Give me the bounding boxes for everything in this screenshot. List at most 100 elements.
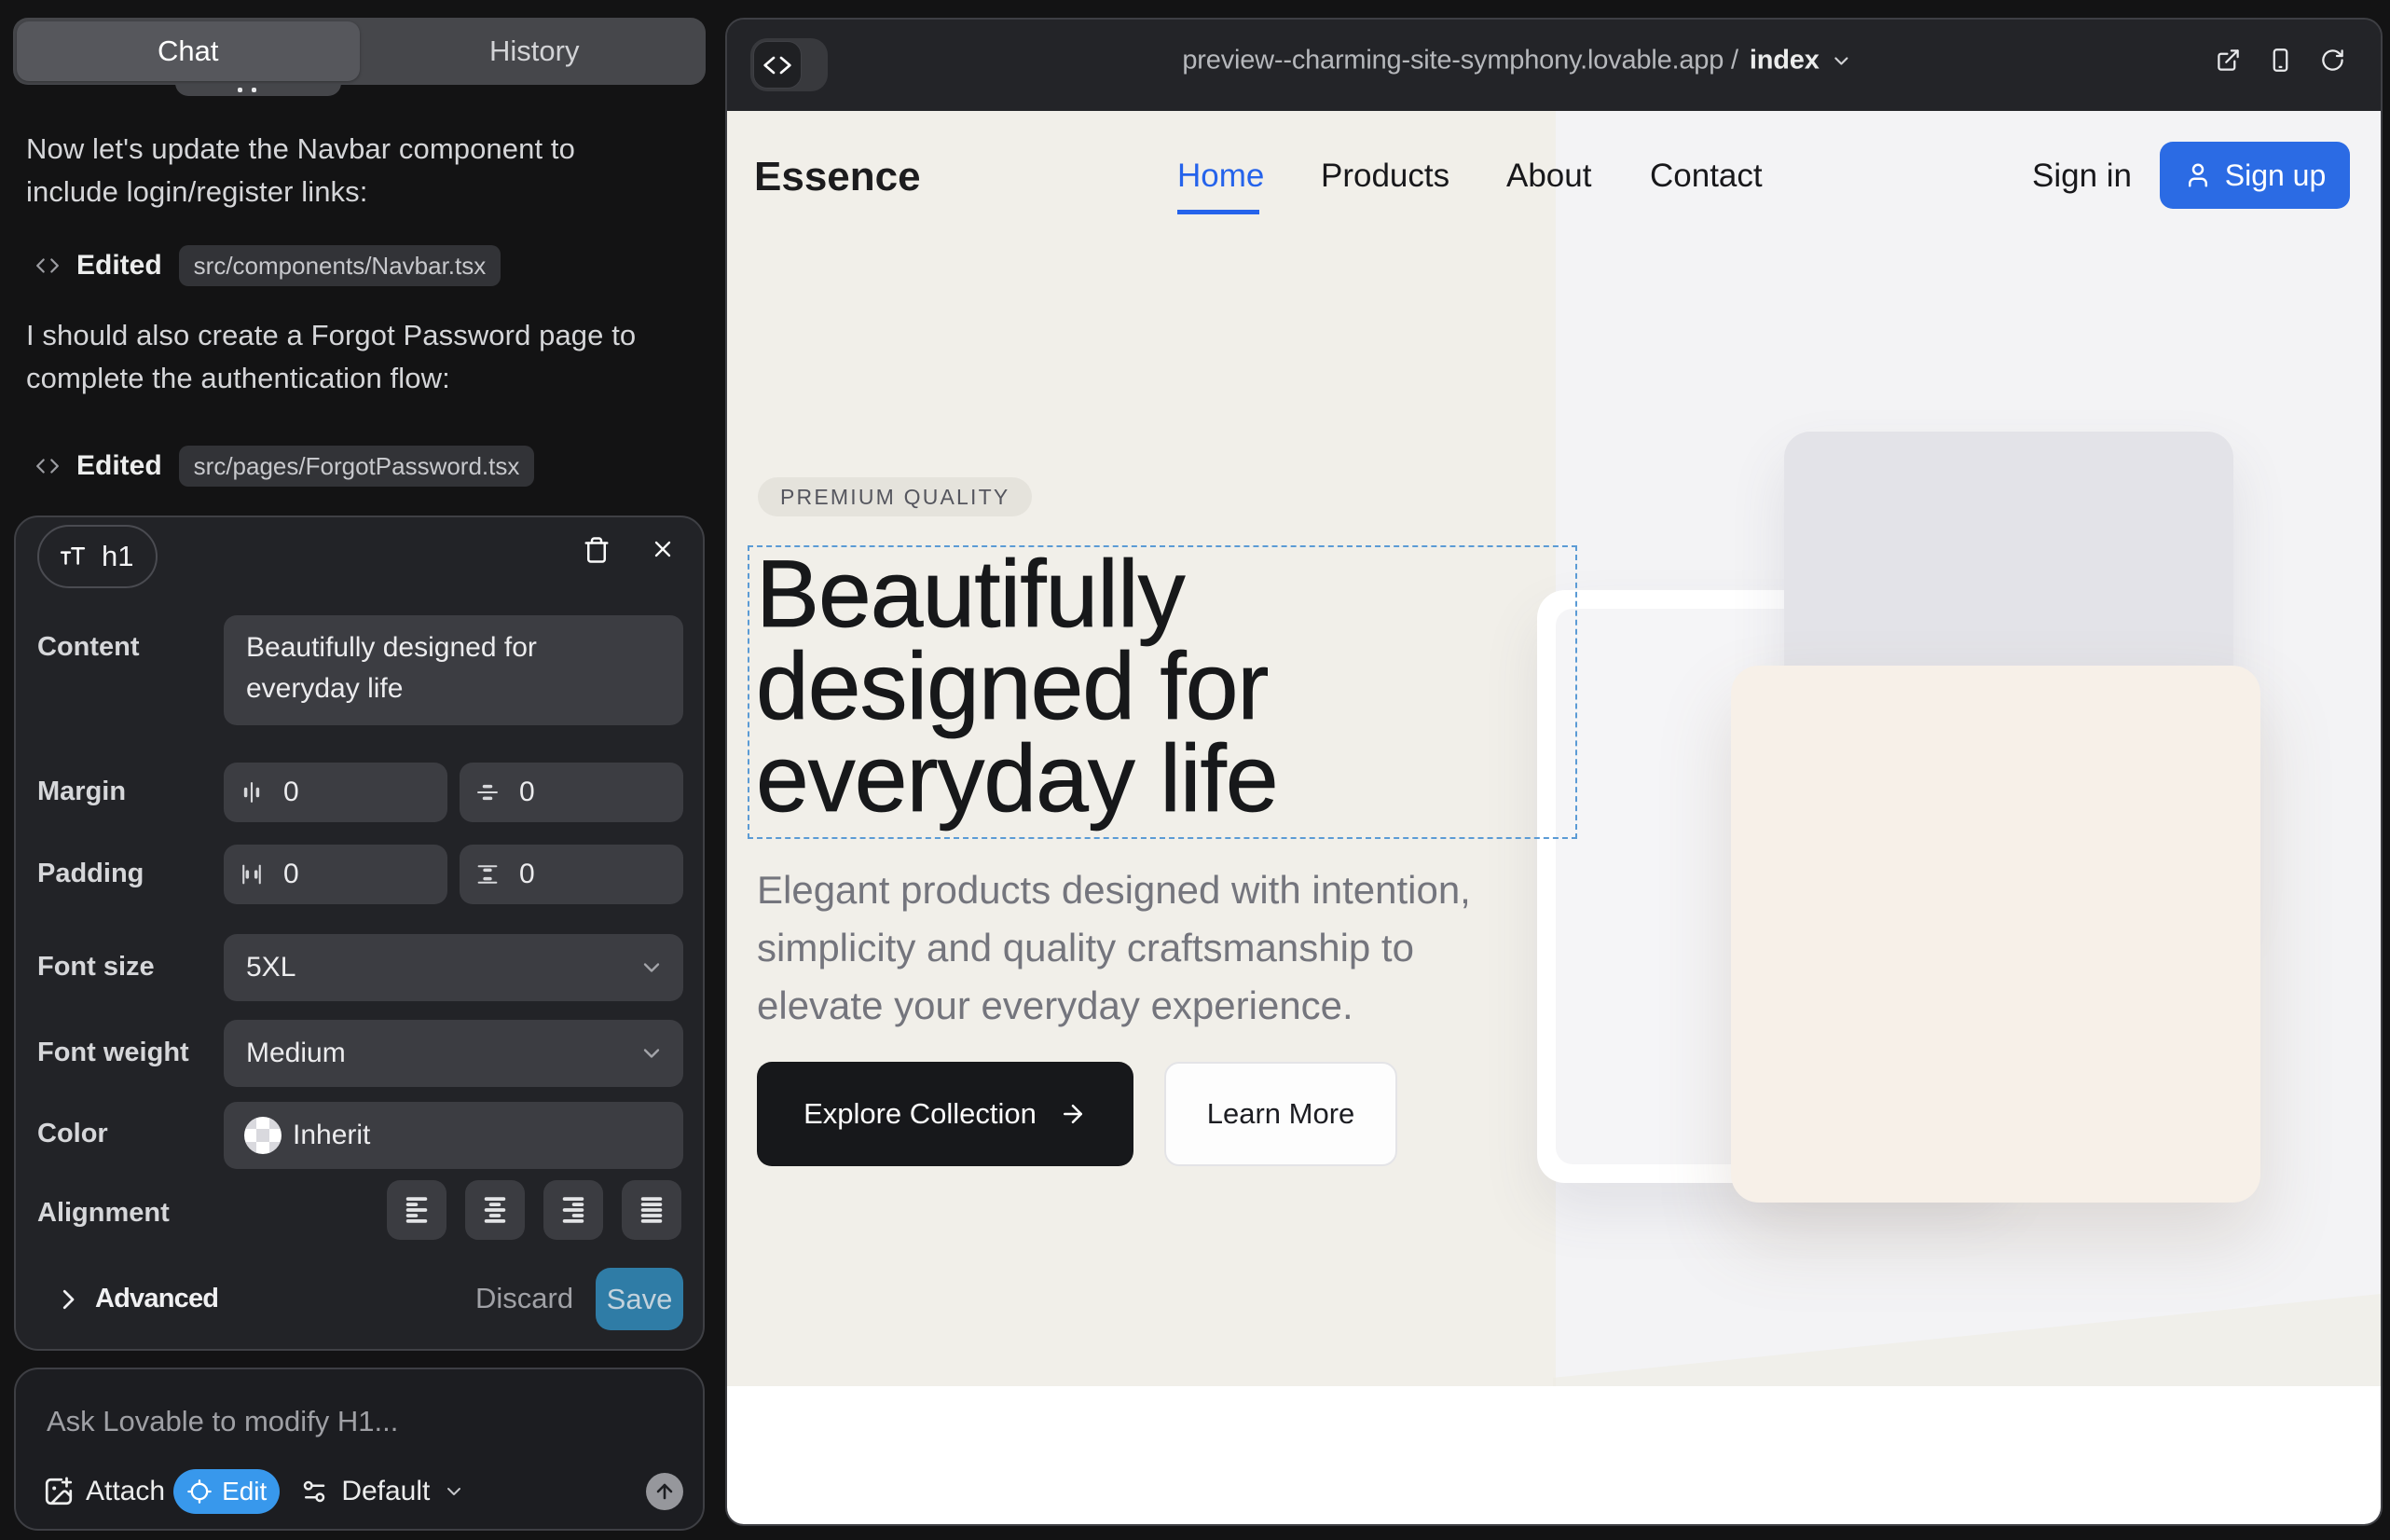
chevron-down-icon <box>639 955 665 981</box>
font-size-value: 5XL <box>246 952 295 983</box>
margin-vertical-icon <box>474 779 501 805</box>
hero-paragraph[interactable]: Elegant products designed with intention… <box>757 861 1503 1035</box>
tab-history[interactable]: History <box>364 18 707 85</box>
margin-y-value: 0 <box>519 777 535 808</box>
type-icon <box>59 543 87 571</box>
assistant-message: I should also create a Forgot Password p… <box>26 314 638 400</box>
site-page: Essence Home Products About Contact Sign… <box>727 111 2381 1524</box>
prompt-input[interactable]: Ask Lovable to modify H1... <box>47 1405 398 1438</box>
attach-label: Attach <box>86 1476 165 1507</box>
code-view-toggle[interactable] <box>750 38 828 91</box>
chevron-down-icon <box>639 1040 665 1066</box>
padding-y-value: 0 <box>519 859 535 890</box>
sign-up-button[interactable]: Sign up <box>2160 142 2350 209</box>
discard-button[interactable]: Discard <box>475 1282 573 1315</box>
color-label: Color <box>37 1119 108 1149</box>
arrow-right-icon <box>1059 1100 1087 1128</box>
hero-badge: PREMIUM QUALITY <box>758 477 1032 516</box>
attach-button[interactable]: Attach <box>43 1476 165 1507</box>
edited-label: Edited <box>76 450 162 482</box>
nav-link-about[interactable]: About <box>1506 158 1591 195</box>
padding-y-input[interactable]: 0 <box>460 845 683 904</box>
font-weight-value: Medium <box>246 1038 346 1069</box>
edited-file-chip[interactable]: src/pages/ForgotPassword.tsx <box>179 446 535 487</box>
settings-sliders-icon <box>300 1478 328 1506</box>
external-link-icon <box>2216 48 2241 73</box>
code-icon <box>35 454 60 478</box>
padding-x-input[interactable]: 0 <box>224 845 447 904</box>
mode-select[interactable]: Default <box>300 1476 465 1507</box>
edited-file-row: Edited src/components/Navbar.tsx <box>35 245 501 286</box>
nav-link-home[interactable]: Home <box>1177 158 1264 195</box>
prompt-toolbar: Attach Edit Default <box>43 1467 683 1516</box>
edit-label: Edit <box>222 1477 267 1506</box>
align-center-button[interactable] <box>465 1180 525 1240</box>
explore-collection-button[interactable]: Explore Collection <box>757 1062 1133 1166</box>
advanced-toggle[interactable]: Advanced <box>54 1284 218 1314</box>
margin-label: Margin <box>37 777 126 807</box>
font-size-label: Font size <box>37 952 155 983</box>
padding-horizontal-icon <box>239 861 265 887</box>
align-right-button[interactable] <box>543 1180 603 1240</box>
chat-panel: Chat History Now let's update the Navbar… <box>0 0 725 1540</box>
nav-link-contact[interactable]: Contact <box>1650 158 1763 195</box>
locate-icon <box>186 1478 213 1505</box>
align-justify-button[interactable] <box>622 1180 681 1240</box>
learn-more-button[interactable]: Learn More <box>1164 1062 1397 1166</box>
send-button[interactable] <box>646 1473 683 1510</box>
align-left-button[interactable] <box>387 1180 446 1240</box>
browser-bar: preview--charming-site-symphony.lovable.… <box>727 20 2381 111</box>
hero-section: Essence Home Products About Contact Sign… <box>727 111 2381 1386</box>
sign-in-link[interactable]: Sign in <box>2032 158 2132 195</box>
mobile-view-button[interactable] <box>2268 48 2293 76</box>
url-separator: / <box>1731 46 1738 76</box>
edit-mode-button[interactable]: Edit <box>173 1469 280 1514</box>
element-editor-panel: h1 Content Beautifully designed for ever… <box>14 516 705 1351</box>
color-value: Inherit <box>293 1120 370 1151</box>
user-icon <box>2184 161 2212 189</box>
open-in-new-tab-button[interactable] <box>2216 48 2241 76</box>
advanced-label: Advanced <box>95 1284 218 1314</box>
save-button[interactable]: Save <box>596 1268 683 1330</box>
tab-chat[interactable]: Chat <box>17 21 360 81</box>
margin-horizontal-icon <box>239 779 265 805</box>
chat-history-tabbar: Chat History <box>13 18 706 85</box>
content-textarea[interactable]: Beautifully designed for everyday life <box>224 615 683 725</box>
font-weight-label: Font weight <box>37 1038 189 1068</box>
prompt-panel: Ask Lovable to modify H1... Attach Edit … <box>14 1368 705 1531</box>
color-input[interactable]: Inherit <box>224 1102 683 1169</box>
nav-link-products[interactable]: Products <box>1321 158 1449 195</box>
delete-element-button[interactable] <box>583 536 611 567</box>
mode-label: Default <box>341 1476 430 1507</box>
align-center-icon <box>481 1196 509 1224</box>
chevron-down-icon <box>1831 49 1853 72</box>
arrow-up-icon <box>653 1480 676 1503</box>
align-right-icon <box>559 1196 587 1224</box>
sign-up-label: Sign up <box>2225 158 2327 193</box>
code-icon <box>35 254 60 278</box>
padding-vertical-icon <box>474 861 501 887</box>
preview-window: preview--charming-site-symphony.lovable.… <box>725 18 2383 1526</box>
margin-x-input[interactable]: 0 <box>224 763 447 822</box>
content-label: Content <box>37 632 140 663</box>
align-left-icon <box>403 1196 431 1224</box>
refresh-button[interactable] <box>2320 48 2345 76</box>
margin-x-value: 0 <box>283 777 299 808</box>
hero-heading[interactable]: Beautifully designed for everyday life <box>756 548 1371 825</box>
explore-label: Explore Collection <box>804 1097 1037 1131</box>
padding-x-value: 0 <box>283 859 299 890</box>
attach-image-icon <box>43 1476 75 1507</box>
edited-file-chip[interactable]: src/components/Navbar.tsx <box>179 245 501 286</box>
font-weight-select[interactable]: Medium <box>224 1020 683 1087</box>
url-bar[interactable]: preview--charming-site-symphony.lovable.… <box>1182 46 1852 76</box>
decor-card-beige <box>1731 666 2260 1203</box>
chevron-down-icon <box>443 1480 465 1503</box>
close-editor-button[interactable] <box>650 536 676 565</box>
padding-label: Padding <box>37 859 144 889</box>
site-logo[interactable]: Essence <box>754 154 921 200</box>
margin-y-input[interactable]: 0 <box>460 763 683 822</box>
learn-more-label: Learn More <box>1207 1097 1355 1131</box>
nav-active-underline <box>1177 210 1259 214</box>
element-tag: h1 <box>102 540 133 573</box>
font-size-select[interactable]: 5XL <box>224 934 683 1001</box>
